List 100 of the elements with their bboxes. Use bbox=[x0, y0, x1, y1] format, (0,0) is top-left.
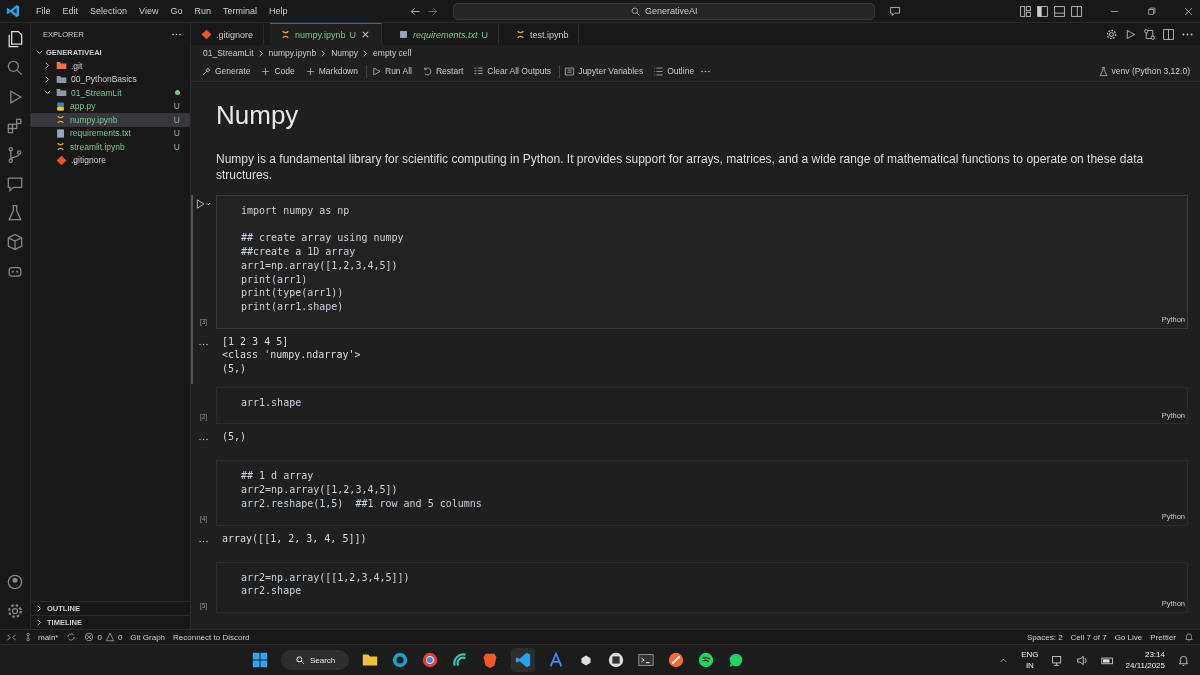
menu-item[interactable]: Terminal bbox=[218, 6, 261, 16]
sidebar-toggle-icon[interactable] bbox=[1036, 4, 1049, 18]
toolbar-button[interactable]: Code bbox=[256, 64, 299, 78]
run-cell-icon[interactable] bbox=[194, 199, 213, 209]
status-item[interactable]: Reconnect to Discord bbox=[173, 632, 250, 642]
cell-output: <class 'numpy.ndarray'> bbox=[222, 348, 361, 363]
taskbar-search[interactable]: Search bbox=[280, 650, 350, 670]
menu-item[interactable]: Help bbox=[264, 6, 292, 16]
settings-icon[interactable] bbox=[5, 601, 25, 621]
status-item[interactable]: Spaces: 2 bbox=[1027, 632, 1063, 642]
panel-toggle-icon[interactable] bbox=[1053, 4, 1066, 18]
menu-item[interactable]: Go bbox=[166, 6, 187, 16]
settings-icon[interactable] bbox=[1105, 27, 1118, 41]
menu-item[interactable]: Selection bbox=[86, 6, 132, 16]
music-app-icon[interactable] bbox=[697, 651, 716, 669]
git-status: U bbox=[481, 29, 488, 40]
breadcrumb[interactable]: 01_StreamLit bbox=[203, 48, 254, 58]
file-icon bbox=[280, 29, 292, 40]
clock-date[interactable]: 24/11/2025 bbox=[1125, 660, 1165, 671]
input-language[interactable]: ENG bbox=[1021, 649, 1039, 660]
secondary-sidebar-icon[interactable] bbox=[1070, 4, 1083, 18]
toolbar-button[interactable]: Run All bbox=[366, 64, 416, 78]
layout-icon[interactable] bbox=[1019, 4, 1032, 18]
tree-item[interactable]: requirements.txt U bbox=[31, 126, 190, 140]
toolbar-button[interactable]: Clear All Outputs bbox=[469, 64, 556, 78]
toolbar-button[interactable]: Outline bbox=[649, 64, 699, 78]
search-icon[interactable] bbox=[5, 58, 25, 78]
bell-icon[interactable] bbox=[1184, 632, 1194, 642]
file-icon bbox=[397, 29, 409, 40]
editor-tab[interactable]: .gitignore bbox=[191, 23, 265, 45]
status-item[interactable]: Go Live bbox=[1114, 632, 1143, 642]
editor-tab[interactable]: requirements.txt U bbox=[387, 23, 499, 45]
breadcrumb[interactable]: Numpy bbox=[331, 48, 359, 58]
file-icon bbox=[55, 127, 66, 139]
windows-start-icon[interactable] bbox=[250, 651, 269, 669]
flask-icon bbox=[1097, 65, 1109, 77]
toolbar-button[interactable]: Markdown bbox=[300, 64, 362, 78]
tree-item[interactable]: .gitignore bbox=[31, 153, 190, 167]
menu-item[interactable]: View bbox=[135, 6, 163, 16]
network-icon[interactable] bbox=[1050, 653, 1064, 667]
chat-icon[interactable] bbox=[888, 4, 902, 18]
breadcrumb[interactable]: numpy.ipynb bbox=[268, 48, 317, 58]
file-icon bbox=[55, 114, 66, 126]
toolbar-button[interactable]: Jupyter Variables bbox=[559, 64, 648, 78]
command-center-search[interactable]: GenerativeAI bbox=[452, 2, 875, 20]
file-icon bbox=[55, 100, 66, 112]
toolbar-button[interactable]: Generate bbox=[197, 64, 255, 78]
editor-tab[interactable]: numpy.ipynb U bbox=[270, 23, 382, 45]
vscode-logo-icon bbox=[6, 4, 20, 18]
git-status: U bbox=[349, 29, 356, 40]
cell-output: array([[1, 2, 3, 4, 5]]) bbox=[222, 531, 367, 546]
cube-icon[interactable] bbox=[5, 232, 25, 252]
restore-icon[interactable] bbox=[1146, 5, 1157, 17]
terminal-icon[interactable] bbox=[637, 651, 656, 669]
tree-item[interactable]: streamlit.ipynb U bbox=[31, 140, 190, 154]
status-item[interactable]: Prettier bbox=[1150, 632, 1176, 642]
cell-output: [1 2 3 4 5] bbox=[222, 334, 290, 349]
run-icon[interactable] bbox=[1124, 27, 1137, 41]
folder-icon bbox=[56, 87, 67, 99]
search-icon bbox=[294, 655, 305, 665]
kernel-picker[interactable]: venv (Python 3.12.0) bbox=[1093, 64, 1194, 78]
git-status: U bbox=[173, 114, 180, 125]
file-icon bbox=[201, 29, 212, 40]
sync-icon[interactable] bbox=[66, 632, 77, 642]
tree-item[interactable]: app.py U bbox=[31, 99, 190, 113]
toolbar-icon bbox=[653, 65, 665, 77]
tree-item[interactable]: numpy.ipynb U bbox=[31, 113, 190, 127]
folder-icon bbox=[56, 73, 67, 85]
toolbar-icon bbox=[201, 65, 212, 77]
tree-item[interactable]: 01_StreamLit bbox=[31, 86, 190, 100]
problems-status[interactable]: 0 0 bbox=[84, 632, 123, 642]
window-icon[interactable] bbox=[607, 651, 626, 669]
compare-icon[interactable] bbox=[1143, 27, 1156, 41]
toolbar-icon bbox=[421, 65, 433, 77]
breadcrumb[interactable]: empty cell bbox=[373, 48, 412, 58]
speaker-icon[interactable] bbox=[1075, 653, 1089, 667]
input-region[interactable]: IN bbox=[1025, 660, 1034, 671]
menu-item[interactable]: Run bbox=[190, 6, 215, 16]
markdown-heading: Numpy bbox=[216, 100, 300, 131]
status-item[interactable]: Git Graph bbox=[130, 632, 166, 642]
menu-item[interactable]: File bbox=[32, 6, 55, 16]
bell-icon[interactable] bbox=[1177, 653, 1190, 667]
split-editor-icon[interactable] bbox=[1162, 27, 1175, 41]
menu-item[interactable]: Edit bbox=[58, 6, 83, 16]
git-status: U bbox=[173, 128, 180, 139]
toolbar-button[interactable]: Restart bbox=[417, 64, 468, 78]
tree-item[interactable]: 00_PythonBasics bbox=[31, 72, 190, 86]
status-item[interactable]: Cell 7 of 7 bbox=[1070, 632, 1107, 642]
tree-item[interactable]: .git bbox=[31, 59, 190, 73]
vscode-icon[interactable] bbox=[511, 648, 536, 672]
editor-tab[interactable]: test.ipynb bbox=[504, 23, 580, 45]
warning-icon bbox=[104, 632, 115, 642]
close-icon[interactable] bbox=[1183, 5, 1194, 17]
file-icon bbox=[55, 141, 66, 153]
git-status: U bbox=[173, 141, 180, 152]
toolbar-icon bbox=[371, 65, 382, 77]
branch-status[interactable]: main* bbox=[25, 632, 59, 642]
account-icon[interactable] bbox=[5, 572, 25, 592]
git-status: U bbox=[173, 101, 180, 112]
clock-time[interactable]: 23:14 bbox=[1144, 649, 1165, 660]
